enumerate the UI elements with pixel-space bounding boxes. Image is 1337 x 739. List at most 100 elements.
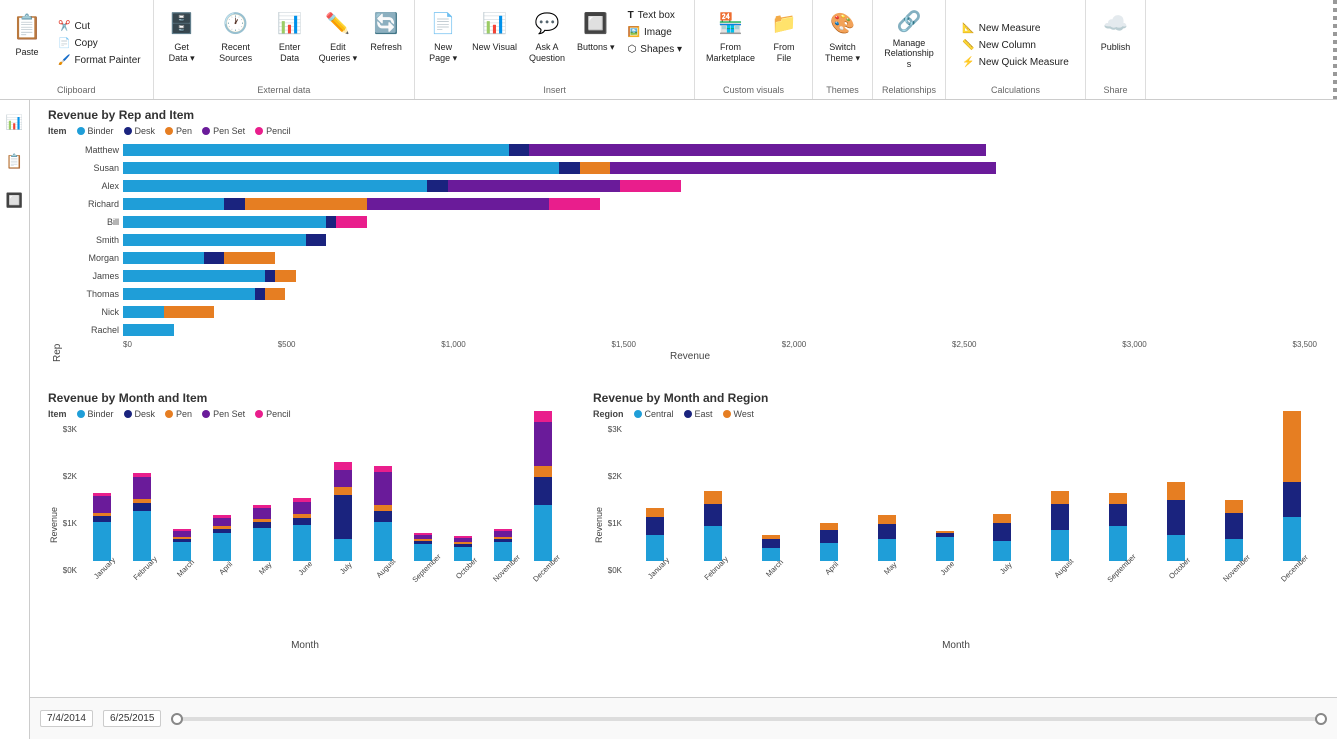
date-slider-track[interactable] (171, 717, 1327, 721)
legend-bl-binder: Binder (77, 409, 114, 419)
format-painter-button[interactable]: 🖌️ Format Painter (52, 53, 147, 68)
legend-bl-pencil: Pencil (255, 409, 291, 419)
hbar-row: Nick (63, 304, 1317, 320)
hbar-row: Alex (63, 178, 1317, 194)
from-marketplace-button[interactable]: 🏪 FromMarketplace (701, 4, 760, 74)
vbar-segment (93, 496, 111, 513)
hbar-rep-label: Susan (63, 163, 123, 173)
vbar-group: January (83, 493, 120, 585)
vbar-segment (293, 518, 311, 525)
insert-label: Insert (543, 83, 566, 95)
vbar-segment (253, 508, 271, 519)
chart-revenue-by-month-item: Revenue by Month and Item Item Binder De… (40, 385, 570, 680)
hbar-axis-label: $3,500 (1293, 340, 1317, 349)
hbar-track (123, 198, 1317, 210)
slider-thumb-right[interactable] (1315, 713, 1327, 725)
legend-bl-penset: Pen Set (202, 409, 245, 419)
new-measure-button[interactable]: 📐 New Measure (956, 21, 1074, 36)
recent-sources-button[interactable]: 🕐 Recent Sources (206, 4, 266, 74)
hbar-segment (204, 252, 224, 264)
from-file-icon: 📁 (768, 8, 800, 40)
publish-button[interactable]: ☁️ Publish (1094, 4, 1138, 74)
external-data-label: External data (257, 83, 310, 95)
paste-button[interactable]: 📋 Paste (6, 9, 48, 79)
sidebar-icon-table[interactable]: 📋 (3, 149, 27, 173)
copy-button[interactable]: 📄 Copy (52, 36, 147, 51)
hbar-rep-label: Smith (63, 235, 123, 245)
slider-thumb-left[interactable] (171, 713, 183, 725)
vbar-group: October (1148, 482, 1203, 585)
hbar-segment (559, 162, 579, 174)
refresh-button[interactable]: 🔄 Refresh (364, 4, 408, 74)
vbar-group: June (284, 498, 321, 585)
ask-question-button[interactable]: 💬 Ask AQuestion (524, 4, 570, 74)
new-visual-button[interactable]: 📊 New Visual (467, 4, 522, 74)
legend-binder: Binder (77, 126, 114, 136)
vbar-segment (820, 523, 838, 530)
image-button[interactable]: 🖼️ Image (622, 25, 688, 40)
vbar-segment (133, 503, 151, 511)
ribbon-group-relationships: 🔗 ManageRelationships Relationships (873, 0, 946, 99)
vbar-month-label: August (375, 557, 406, 588)
new-column-icon: 📏 (962, 40, 974, 51)
hbar-segment (123, 234, 306, 246)
vbar-stack (820, 523, 838, 561)
buttons-button[interactable]: 🔲 Buttons ▾ (572, 4, 620, 74)
vbar-segment (820, 530, 838, 543)
hbar-track (123, 252, 1317, 264)
vbar-group: January (628, 508, 683, 585)
switch-theme-button[interactable]: 🎨 SwitchTheme ▾ (820, 4, 865, 74)
vbar-segment (762, 539, 780, 548)
hbar-axis-label: $0 (123, 340, 132, 349)
manage-relationships-button[interactable]: 🔗 ManageRelationships (879, 4, 939, 74)
y-title: Revenue (594, 507, 604, 543)
vbar-group: April (204, 515, 241, 585)
vbar-group: July (324, 462, 361, 585)
vbar-stack (93, 493, 111, 561)
vbar-segment (704, 504, 722, 526)
vbar-stack (293, 498, 311, 561)
hbar-segment (427, 180, 447, 192)
hbar-row: Smith (63, 232, 1317, 248)
from-file-button[interactable]: 📁 FromFile (762, 4, 806, 74)
buttons-label: Buttons ▾ (577, 42, 615, 53)
edit-queries-button[interactable]: ✏️ EditQueries ▾ (314, 4, 363, 74)
vbar-segment (93, 522, 111, 561)
new-quick-measure-label: New Quick Measure (979, 57, 1069, 68)
vbar-group: June (917, 531, 972, 585)
enter-data-icon: 📊 (274, 8, 306, 40)
hbar-segment (123, 324, 174, 336)
new-page-button[interactable]: 📄 NewPage ▾ (421, 4, 465, 74)
new-column-label: New Column (979, 40, 1036, 51)
new-quick-measure-button[interactable]: ⚡ New Quick Measure (956, 55, 1074, 70)
sidebar-icon-model[interactable]: 🔲 (3, 188, 27, 212)
vbar-segment (993, 523, 1011, 541)
hbar-row: Matthew (63, 142, 1317, 158)
sidebar-icon-chart[interactable]: 📊 (3, 110, 27, 134)
vbar-group: November (1206, 500, 1261, 585)
vbar-group: September (1091, 493, 1146, 585)
hbar-segment (255, 288, 265, 300)
get-data-button[interactable]: 🗄️ GetData ▾ (160, 4, 204, 74)
hbar-rep-label: Richard (63, 199, 123, 209)
get-data-icon: 🗄️ (166, 8, 198, 40)
text-box-button[interactable]: T Text box (622, 8, 688, 23)
recent-sources-label: Recent Sources (211, 42, 261, 64)
vbar-segment (334, 539, 352, 561)
chart-br-title: Revenue by Month and Region (593, 391, 1319, 405)
enter-data-button[interactable]: 📊 EnterData (268, 4, 312, 74)
vbar-segment (1051, 491, 1069, 504)
paste-icon: 📋 (11, 13, 43, 45)
new-column-button[interactable]: 📏 New Column (956, 38, 1074, 53)
vbar-group: February (123, 473, 160, 585)
switch-theme-icon: 🎨 (827, 8, 859, 40)
vbar-group: March (744, 535, 799, 585)
shapes-button[interactable]: ⬡ Shapes ▾ (622, 42, 688, 57)
vbar-segment (1283, 482, 1301, 517)
vbar-month-label: April (217, 560, 242, 585)
vbar-month-label: April (824, 560, 849, 585)
ask-question-label: Ask AQuestion (529, 42, 565, 64)
cut-button[interactable]: ✂️ Cut (52, 19, 147, 34)
vbar-segment (936, 537, 954, 561)
vbar-stack (374, 466, 392, 561)
